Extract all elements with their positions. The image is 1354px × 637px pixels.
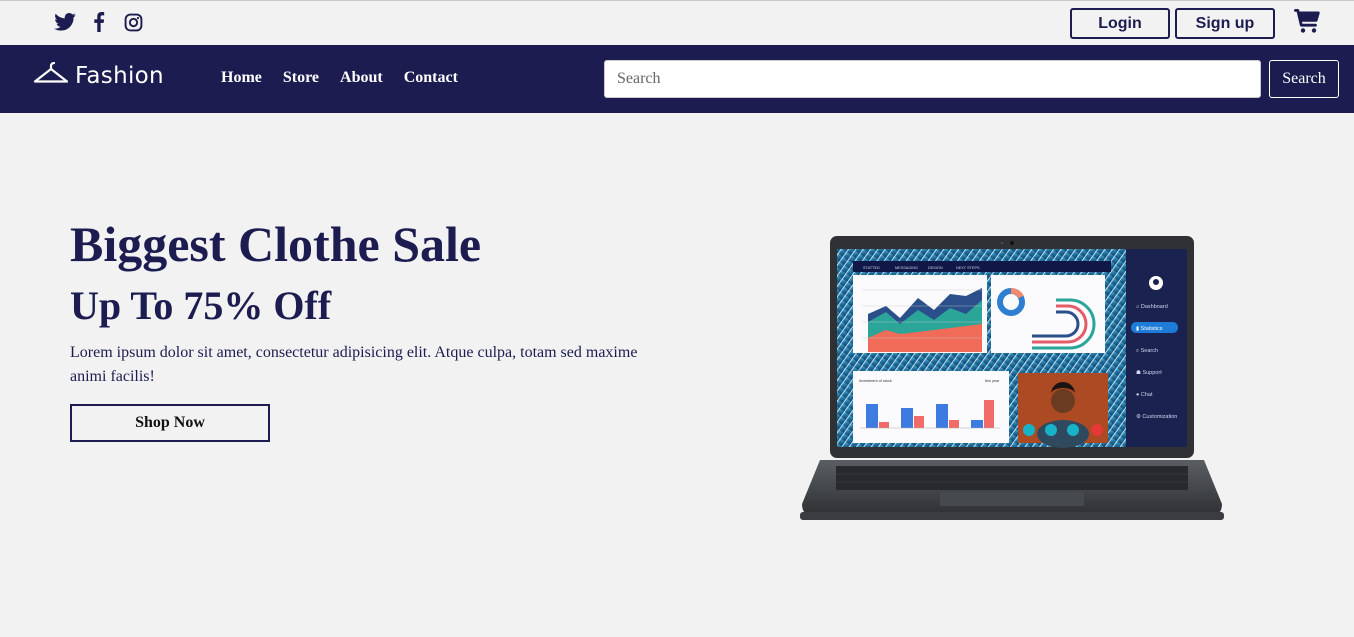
brand-name: Fashion — [75, 62, 164, 89]
sidebar-search: ⌕ Search — [1136, 348, 1158, 354]
top-bar: Login Sign up — [0, 0, 1354, 45]
hero-subtitle: Up To 75% Off — [70, 283, 332, 328]
nav-store[interactable]: Store — [283, 69, 319, 87]
nav-contact[interactable]: Contact — [404, 69, 458, 87]
auth-actions: Login Sign up — [1070, 8, 1320, 39]
twitter-icon[interactable] — [54, 11, 76, 33]
brand-logo[interactable]: Fashion — [33, 61, 164, 89]
instagram-icon[interactable] — [122, 11, 144, 33]
hero-description: Lorem ipsum dolor sit amet, consectetur … — [70, 344, 638, 385]
hero-title: Biggest Clothe Sale — [70, 216, 482, 272]
sidebar-customization: ⚙ Customization — [1136, 413, 1177, 420]
svg-text:STATTED: STATTED — [863, 266, 880, 270]
svg-text:this year: this year — [985, 379, 1000, 383]
facebook-icon[interactable] — [88, 11, 110, 33]
svg-text:DESIGN: DESIGN — [928, 266, 943, 270]
login-button[interactable]: Login — [1070, 8, 1170, 39]
search-button[interactable]: Search — [1269, 60, 1339, 98]
cart-icon[interactable] — [1294, 8, 1320, 35]
svg-text:MESSAGING: MESSAGING — [895, 266, 918, 270]
shop-now-button[interactable]: Shop Now — [70, 404, 270, 442]
svg-text:NEXT STEPS: NEXT STEPS — [956, 266, 980, 270]
svg-text:Investment of stock: Investment of stock — [859, 379, 892, 383]
nav-links: Home Store About Contact — [221, 69, 458, 87]
laptop-image: ⌂ Dashboard ▮ Statistics ⌕ Search ☗ Supp… — [800, 234, 1224, 522]
signup-button[interactable]: Sign up — [1175, 8, 1275, 39]
sidebar-chat: ● Chat — [1136, 392, 1153, 398]
sidebar-dashboard: ⌂ Dashboard — [1136, 304, 1168, 310]
sidebar-support: ☗ Support — [1136, 369, 1162, 376]
nav-home[interactable]: Home — [221, 69, 262, 87]
sidebar-statistics: ▮ Statistics — [1136, 326, 1163, 332]
hanger-icon — [33, 61, 69, 89]
search-input[interactable] — [604, 60, 1261, 98]
main-navbar: Fashion Home Store About Contact Search — [0, 45, 1354, 113]
nav-about[interactable]: About — [340, 69, 383, 87]
social-links — [54, 11, 144, 33]
